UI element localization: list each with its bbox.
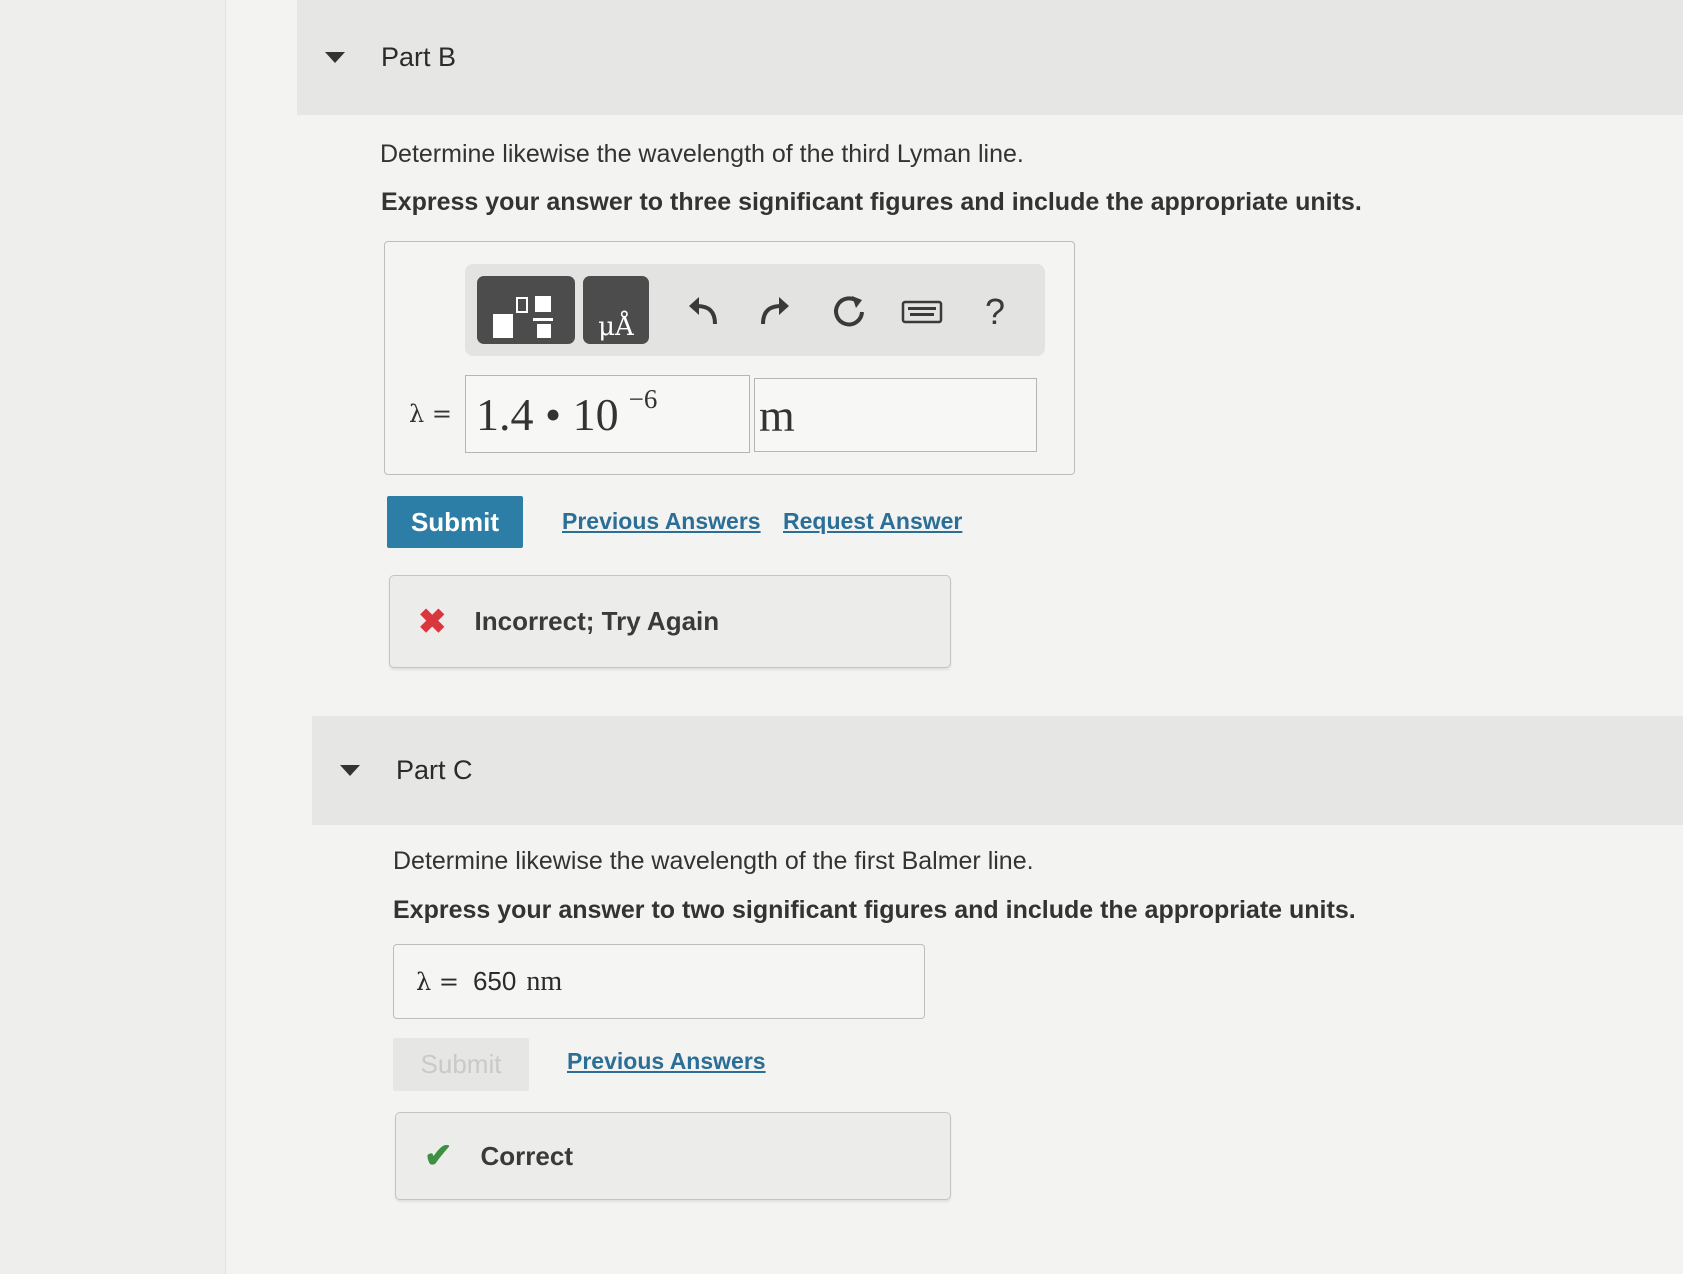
part-c-prompt: Determine likewise the wavelength of the…: [393, 847, 1034, 875]
templates-button[interactable]: [477, 276, 575, 344]
incorrect-text: Incorrect; Try Again: [474, 606, 720, 636]
part-b-header[interactable]: Part B: [297, 0, 1683, 115]
part-b-title: Part B: [381, 42, 457, 72]
math-toolbar: μÅ ?: [465, 264, 1045, 356]
value-mantissa: 1.4 • 10 −6: [476, 384, 657, 441]
part-c-feedback: ✔ Correct: [395, 1112, 951, 1200]
units-button[interactable]: μÅ: [583, 276, 649, 344]
unit-value: m: [759, 390, 795, 441]
unit-input[interactable]: m: [754, 378, 1037, 452]
part-b-feedback: ✖ Incorrect; Try Again: [389, 575, 951, 668]
part-c-header[interactable]: Part C: [312, 716, 1683, 825]
reset-icon[interactable]: [827, 292, 871, 332]
request-answer-link[interactable]: Request Answer: [783, 508, 962, 535]
value-input[interactable]: 1.4 • 10 −6: [465, 375, 750, 453]
collapse-caret-icon[interactable]: [325, 52, 345, 63]
part-b-answer-box: μÅ ? λ = 1.4 • 10 −6 m: [384, 241, 1075, 475]
part-c-answer-value: 650: [472, 966, 517, 996]
part-c-lambda-label: λ =: [416, 967, 459, 996]
correct-icon: ✔: [424, 1137, 453, 1175]
help-button[interactable]: ?: [973, 291, 1017, 332]
part-c-answer-unit: nm: [526, 965, 563, 997]
part-c-title: Part C: [396, 755, 473, 785]
units-label: μÅ: [598, 312, 634, 342]
part-b-instruction: Express your answer to three significant…: [381, 188, 1362, 216]
part-b-prompt: Determine likewise the wavelength of the…: [380, 140, 1024, 168]
redo-icon[interactable]: [753, 292, 797, 332]
mantissa-text: 1.4 • 10: [476, 389, 619, 440]
left-gutter: [0, 0, 226, 1274]
collapse-caret-icon[interactable]: [340, 765, 360, 776]
part-b-previous-answers-link[interactable]: Previous Answers: [562, 508, 761, 535]
undo-icon[interactable]: [681, 292, 725, 332]
part-c-instruction: Express your answer to two significant f…: [393, 896, 1356, 924]
part-b-submit-button[interactable]: Submit: [387, 496, 523, 548]
part-c-answer-box: λ = 650 nm: [393, 944, 925, 1019]
value-exponent: −6: [628, 384, 658, 414]
correct-text: Correct: [480, 1140, 573, 1171]
part-c-submit-button: Submit: [393, 1038, 529, 1091]
incorrect-icon: ✖: [418, 602, 447, 641]
templates-icon: [493, 296, 553, 338]
keyboard-icon[interactable]: [900, 292, 944, 332]
lambda-label: λ =: [409, 400, 452, 428]
part-c-previous-answers-link[interactable]: Previous Answers: [567, 1048, 766, 1075]
